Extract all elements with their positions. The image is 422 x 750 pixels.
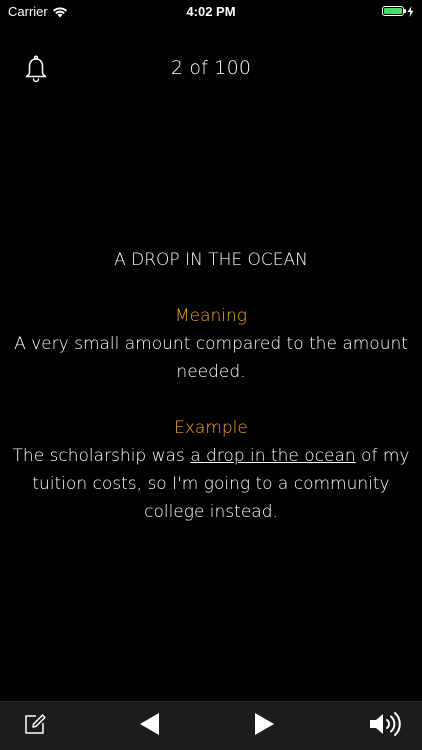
battery-indicator bbox=[382, 5, 414, 17]
meaning-text: A very small amount compared to the amou… bbox=[14, 334, 408, 382]
bottom-toolbar bbox=[0, 701, 422, 750]
example-highlight: a drop in the ocean bbox=[190, 446, 356, 466]
speaker-icon bbox=[369, 711, 403, 741]
status-bar: Carrier 4:02 PM bbox=[0, 0, 422, 22]
status-time: 4:02 PM bbox=[186, 4, 236, 19]
edit-button[interactable] bbox=[20, 702, 50, 750]
example-heading: Example bbox=[174, 418, 248, 438]
example-text: The scholarship was a drop in the ocean … bbox=[10, 442, 412, 526]
meaning-heading: Meaning bbox=[174, 306, 248, 326]
next-icon bbox=[254, 712, 276, 740]
edit-icon bbox=[23, 712, 47, 740]
battery-icon bbox=[382, 5, 406, 16]
previous-icon bbox=[138, 712, 160, 740]
charging-bolt-icon bbox=[407, 5, 414, 17]
next-button[interactable] bbox=[250, 702, 280, 750]
idiom-card: A DROP IN THE OCEAN Meaning A very small… bbox=[10, 246, 412, 526]
battery-fill bbox=[384, 7, 402, 14]
example-text-before: The scholarship was bbox=[12, 446, 191, 466]
card-counter: 2 of 100 bbox=[170, 57, 252, 79]
previous-button[interactable] bbox=[134, 702, 164, 750]
sound-button[interactable] bbox=[368, 702, 404, 750]
idiom-title: A DROP IN THE OCEAN bbox=[114, 250, 308, 270]
